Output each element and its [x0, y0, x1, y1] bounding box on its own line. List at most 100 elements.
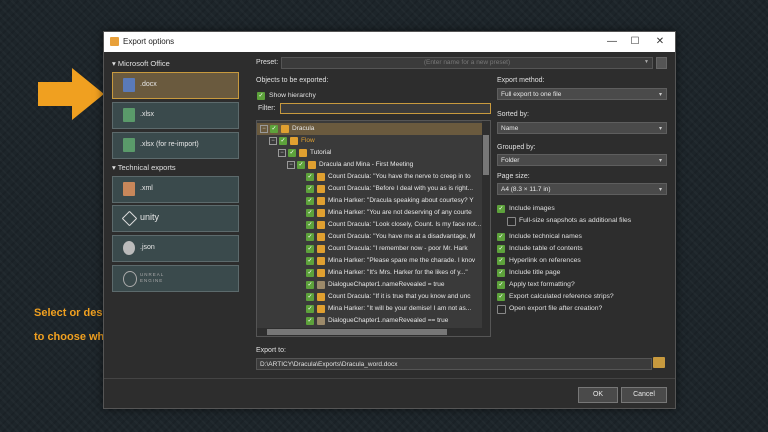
- chevron-down-icon: ▾: [658, 158, 662, 164]
- preset-placeholder: (Enter name for a new preset): [423, 59, 511, 66]
- option-checkbox[interactable]: ✓: [497, 257, 505, 265]
- tree-checkbox[interactable]: ✓: [306, 173, 314, 181]
- tree-checkbox[interactable]: ✓: [297, 161, 305, 169]
- export-path-input[interactable]: D:\ARTICY\Dracula\Exports\Dracula_word.d…: [256, 358, 652, 370]
- minimize-button[interactable]: —: [605, 35, 619, 49]
- unity-icon: [121, 210, 138, 227]
- tree-row[interactable]: ✓ Count Dracula: "You have the nerve to c…: [257, 171, 490, 183]
- export-xlsx-reimport-button[interactable]: .xlsx (for re-import): [112, 132, 239, 159]
- tree-checkbox[interactable]: ✓: [306, 281, 314, 289]
- tree-checkbox[interactable]: ✓: [306, 257, 314, 265]
- tree-row-root[interactable]: − ✓ Dracula: [257, 123, 490, 135]
- tree-row[interactable]: ✓ Count Dracula: "I remember now - poor M…: [257, 243, 490, 255]
- tree-row[interactable]: ✓ Mina Harker: "Please spare me the chara…: [257, 255, 490, 267]
- tree-row[interactable]: ✓ Mina Harker: "It's Mrs. Harker for the …: [257, 267, 490, 279]
- tree-checkbox[interactable]: ✓: [270, 125, 278, 133]
- sorted-by-select[interactable]: Name ▾: [497, 122, 667, 134]
- tree-row[interactable]: − ✓ Flow: [257, 135, 490, 147]
- tree-row-label: Count Dracula: "You have the nerve to cr…: [328, 173, 471, 180]
- save-preset-icon[interactable]: [656, 57, 667, 69]
- export-xml-button[interactable]: .xml: [112, 176, 239, 203]
- node-icon: [317, 185, 325, 193]
- option-label: Hyperlink on references: [509, 257, 581, 264]
- tree-row-label: Dracula: [292, 125, 315, 132]
- option-label: Include title page: [509, 269, 561, 276]
- tree-row[interactable]: ✓ DialogueChapter1.nameRevealed == true: [257, 315, 490, 327]
- option-label: Full-size snapshots as additional files: [519, 217, 632, 224]
- tree-checkbox[interactable]: ✓: [306, 233, 314, 241]
- tree-row-label: DialogueChapter1.nameRevealed == true: [328, 317, 449, 324]
- scrollbar-thumb[interactable]: [267, 329, 447, 335]
- option-checkbox[interactable]: ✓: [497, 205, 505, 213]
- grouped-by-select[interactable]: Folder ▾: [497, 154, 667, 166]
- tree-checkbox[interactable]: ✓: [306, 209, 314, 217]
- tree-row-label: Mina Harker: "It's Mrs. Harker for the l…: [328, 269, 468, 276]
- show-hierarchy-label: Show hierarchy: [269, 92, 316, 99]
- scrollbar-thumb[interactable]: [483, 135, 489, 175]
- tree-expander-icon[interactable]: −: [260, 125, 268, 133]
- tree-checkbox[interactable]: ✓: [306, 317, 314, 325]
- tree-horizontal-scrollbar[interactable]: [257, 328, 482, 336]
- tree-vertical-scrollbar[interactable]: [482, 121, 490, 336]
- tree-row[interactable]: ✓ Mina Harker: "It will be your demise! I…: [257, 303, 490, 315]
- tree-expander-icon[interactable]: −: [269, 137, 277, 145]
- objects-tree[interactable]: − ✓ Dracula − ✓ Flow − ✓ Tutorial − ✓ Dracula and M…: [256, 120, 491, 337]
- cancel-button[interactable]: Cancel: [621, 387, 667, 403]
- export-docx-button[interactable]: .docx: [112, 72, 239, 99]
- preset-input[interactable]: (Enter name for a new preset) ▼: [281, 57, 653, 69]
- tree-expander-icon[interactable]: −: [287, 161, 295, 169]
- tree-row-label: Count Dracula: "You have me at a disadva…: [328, 233, 476, 240]
- option-checkbox[interactable]: ✓: [497, 233, 505, 241]
- close-button[interactable]: ✕: [653, 35, 667, 49]
- tree-row-label: Mina Harker: "It will be your demise! I …: [328, 305, 472, 312]
- option-checkbox[interactable]: ✓: [497, 293, 505, 301]
- sorted-by-label: Sorted by:: [497, 111, 529, 118]
- tree-checkbox[interactable]: ✓: [306, 185, 314, 193]
- json-icon: [123, 241, 135, 255]
- export-method-select[interactable]: Full export to one file ▾: [497, 88, 667, 100]
- option-checkbox[interactable]: ✓: [497, 269, 505, 277]
- option-checkbox[interactable]: [507, 217, 516, 226]
- chevron-down-icon: ▾: [658, 187, 662, 193]
- chevron-down-icon: ▾: [658, 126, 662, 132]
- tree-row[interactable]: − ✓ Tutorial: [257, 147, 490, 159]
- show-hierarchy-checkbox[interactable]: ✓: [257, 92, 265, 100]
- tree-row[interactable]: ✓ Count Dracula: "If it is true that you …: [257, 291, 490, 303]
- tree-checkbox[interactable]: ✓: [306, 245, 314, 253]
- node-icon: [317, 245, 325, 253]
- tree-checkbox[interactable]: ✓: [306, 269, 314, 277]
- node-icon: [290, 137, 298, 145]
- tree-row[interactable]: ✓ Count Dracula: "You have me at a disadv…: [257, 231, 490, 243]
- node-icon: [317, 269, 325, 277]
- tree-checkbox[interactable]: ✓: [279, 137, 287, 145]
- node-icon: [317, 281, 325, 289]
- filter-input[interactable]: [280, 103, 491, 114]
- tree-row[interactable]: ✓ Mina Harker: "Dracula speaking about co…: [257, 195, 490, 207]
- page-size-select[interactable]: A4 (8.3 × 11.7 in) ▾: [497, 183, 667, 195]
- export-unity-button[interactable]: unity: [112, 205, 239, 232]
- tree-checkbox[interactable]: ✓: [306, 221, 314, 229]
- tree-row-label: DialogueChapter1.nameRevealed = true: [328, 281, 445, 288]
- tree-row-label: Count Dracula: "Before I deal with you a…: [328, 185, 474, 192]
- option-checkbox[interactable]: ✓: [497, 281, 505, 289]
- tree-row[interactable]: − ✓ Dracula and Mina - First Meeting: [257, 159, 490, 171]
- tree-row[interactable]: ✓ Count Dracula: "Before I deal with you …: [257, 183, 490, 195]
- tree-row[interactable]: ✓ DialogueChapter1.nameRevealed = true: [257, 279, 490, 291]
- export-xlsx-button[interactable]: .xlsx: [112, 102, 239, 129]
- node-icon: [317, 305, 325, 313]
- tree-row[interactable]: ✓ Count Dracula: "Look closely, Count. Is…: [257, 219, 490, 231]
- tree-checkbox[interactable]: ✓: [306, 293, 314, 301]
- tree-checkbox[interactable]: ✓: [306, 305, 314, 313]
- ok-button[interactable]: OK: [578, 387, 618, 403]
- option-checkbox[interactable]: [497, 305, 506, 314]
- tree-row[interactable]: ✓ Mina Harker: "You are not deserving of …: [257, 207, 490, 219]
- tree-checkbox[interactable]: ✓: [288, 149, 296, 157]
- option-checkbox[interactable]: ✓: [497, 245, 505, 253]
- export-options-window: Export options — ☐ ✕ ▾ Microsoft Office …: [103, 31, 676, 409]
- browse-folder-icon[interactable]: [653, 357, 665, 368]
- export-unreal-button[interactable]: UNREAL ENGINE: [112, 265, 239, 292]
- tree-expander-icon[interactable]: −: [278, 149, 286, 157]
- maximize-button[interactable]: ☐: [628, 35, 642, 49]
- export-json-button[interactable]: .json: [112, 235, 239, 262]
- tree-checkbox[interactable]: ✓: [306, 197, 314, 205]
